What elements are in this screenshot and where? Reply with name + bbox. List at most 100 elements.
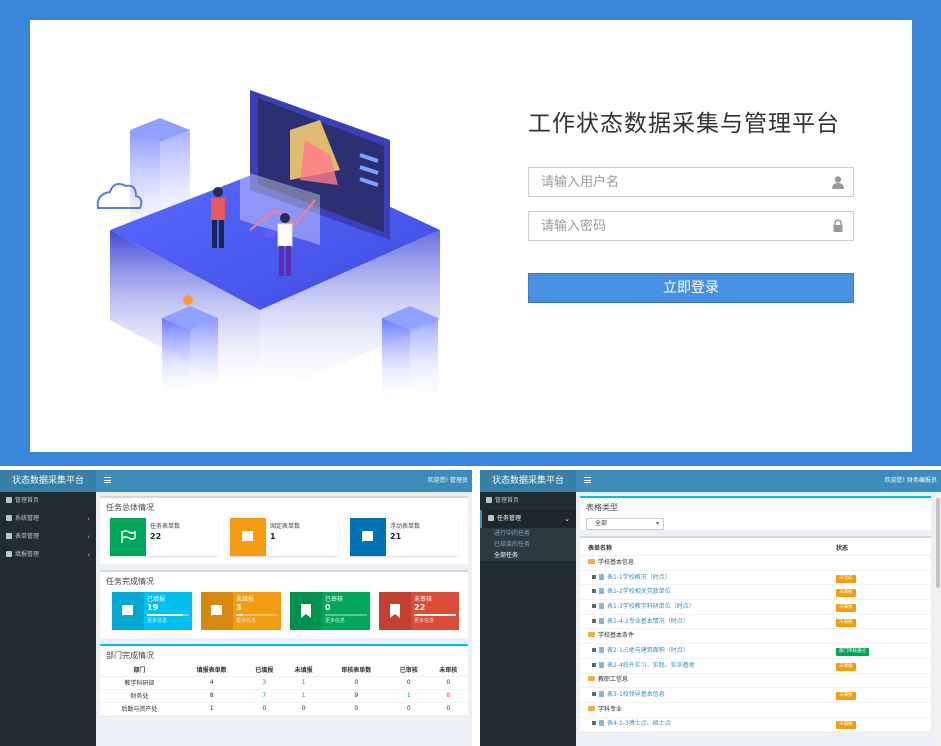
form-row[interactable]: 表4-1-3博士点、硕士点 未填报 bbox=[580, 718, 931, 733]
table-cell[interactable]: 1 bbox=[283, 689, 324, 703]
table-cell: 1 bbox=[178, 702, 245, 716]
form-link[interactable]: 表4-1-3博士点、硕士点 bbox=[607, 720, 671, 727]
category-row: 学科专业 bbox=[580, 703, 931, 718]
document-icon bbox=[599, 646, 604, 653]
book-icon bbox=[350, 518, 386, 556]
table-cell[interactable]: 8 bbox=[428, 689, 468, 703]
welcome-text[interactable]: 欢迎您! 财务编报员 bbox=[885, 470, 937, 492]
admin-dashboard-screenshot: 状态数据采集平台 欢迎您! 管理员 管理首页 系统管理 ‹ 表单管理 ‹ 填报管理 ‹… bbox=[0, 470, 472, 746]
dept-col-header: 未审核 bbox=[428, 664, 468, 677]
more-info-link[interactable]: 更多信息 bbox=[414, 617, 456, 624]
username-input[interactable] bbox=[529, 168, 819, 196]
sidebar-item-system[interactable]: 系统管理 ‹ bbox=[0, 510, 96, 528]
password-field[interactable] bbox=[528, 211, 854, 241]
welcome-text[interactable]: 欢迎您! 管理员 bbox=[428, 470, 468, 492]
table-cell[interactable]: 0 bbox=[244, 702, 284, 716]
table-cell[interactable]: 0 bbox=[389, 702, 429, 716]
table-cell[interactable]: 0 bbox=[428, 702, 468, 716]
menu-toggle-icon[interactable] bbox=[584, 477, 591, 483]
dept-col-header: 未填报 bbox=[283, 664, 324, 677]
form-row[interactable]: 表1-2学校相关党政单位 未填报 bbox=[580, 585, 931, 601]
table-row: 教学科研部 4 3 1 0 0 0 bbox=[100, 676, 468, 690]
form-row[interactable]: 表1-1学校概况（时点） 未完成 bbox=[580, 571, 931, 586]
form-row[interactable]: 表1-4-1专业基本情况（时点） 未填报 bbox=[580, 615, 931, 630]
stat-floating-forms[interactable]: 浮动表单数 21 bbox=[350, 518, 458, 556]
dept-col-header: 已审核 bbox=[389, 664, 429, 677]
form-table: 表单名称 状态 学校基本信息 表1-1学校概况（时点） 未完成 表1-2学校相关党政单… bbox=[580, 542, 931, 733]
chevron-left-icon: ‹ bbox=[87, 533, 90, 541]
menu-toggle-icon[interactable] bbox=[104, 477, 111, 483]
form-row[interactable]: 表3-1校领导基本信息 未填报 bbox=[580, 688, 931, 703]
sub-item-ended[interactable]: 已结束的任务 bbox=[480, 539, 576, 550]
sub-item-ongoing[interactable]: 进行中的任务 bbox=[480, 528, 576, 539]
login-button[interactable]: 立即登录 bbox=[528, 273, 854, 303]
scrollbar[interactable] bbox=[935, 492, 941, 746]
completion-title: 任务完成情况 bbox=[106, 577, 154, 586]
type-select[interactable]: 全部 bbox=[586, 518, 664, 530]
form-link[interactable]: 表2-1占地与建筑面积（时点） bbox=[607, 647, 689, 654]
type-box: 表格类型 全部 bbox=[580, 496, 931, 530]
more-info-link[interactable]: 更多信息 bbox=[236, 617, 278, 624]
brand-logo[interactable]: 状态数据采集平台 bbox=[0, 470, 96, 492]
document-icon bbox=[599, 617, 604, 624]
table-row: 财务处 8 7 1 9 1 8 bbox=[100, 689, 468, 703]
form-link[interactable]: 表3-1校领导基本信息 bbox=[607, 691, 665, 698]
table-cell[interactable]: 0 bbox=[389, 676, 429, 690]
login-card: 工作状态数据采集与管理平台 立即登录 bbox=[30, 20, 912, 452]
lock-icon bbox=[592, 662, 596, 667]
table-cell: 0 bbox=[323, 702, 390, 716]
table-cell[interactable]: 1 bbox=[283, 676, 324, 690]
username-field[interactable] bbox=[528, 167, 854, 197]
completion-card[interactable]: 未填报 3 更多信息 bbox=[201, 592, 281, 630]
sidebar-item-forms[interactable]: 表单管理 ‹ bbox=[0, 528, 96, 546]
more-info-link[interactable]: 更多信息 bbox=[325, 617, 367, 624]
status-badge: 未填报 bbox=[836, 692, 856, 701]
progress-fill bbox=[147, 614, 184, 616]
form-row[interactable]: 表1-3学校教学科研单位（时点） 未填报 bbox=[580, 600, 931, 615]
completion-label: 已审核 bbox=[325, 596, 344, 603]
sidebar-item-report[interactable]: 填报管理 ‹ bbox=[0, 546, 96, 564]
stat-task-forms[interactable]: 任务表单数 22 bbox=[110, 518, 218, 556]
table-cell[interactable]: 3 bbox=[244, 676, 284, 690]
progress-bar bbox=[325, 614, 367, 616]
top-navbar: 状态数据采集平台 欢迎您! 财务编报员 bbox=[480, 470, 941, 492]
table-cell[interactable]: 0 bbox=[428, 676, 468, 690]
form-row[interactable]: 表2-1占地与建筑面积（时点） 部门审核通过 bbox=[580, 644, 931, 659]
dept-col-header: 审核表单数 bbox=[323, 664, 390, 677]
document-icon bbox=[599, 691, 604, 698]
form-link[interactable]: 表1-1学校概况（时点） bbox=[607, 574, 671, 581]
form-link[interactable]: 表1-3学校教学科研单位（时点） bbox=[607, 603, 695, 610]
table-cell[interactable]: 0 bbox=[283, 702, 324, 716]
dept-col-header: 填报表单数 bbox=[178, 664, 245, 677]
document-icon bbox=[599, 720, 604, 727]
login-title: 工作状态数据采集与管理平台 bbox=[528, 111, 840, 137]
sidebar-item-home[interactable]: 管理首页 bbox=[0, 492, 96, 510]
table-cell[interactable]: 7 bbox=[244, 689, 284, 703]
gears-icon bbox=[6, 515, 12, 521]
more-info-link[interactable]: 更多信息 bbox=[147, 617, 189, 624]
sidebar-item-home[interactable]: 管理首页 bbox=[480, 492, 576, 510]
form-link[interactable]: 表1-2学校相关党政单位 bbox=[607, 588, 671, 595]
completion-label: 未审核 bbox=[414, 596, 433, 603]
sidebar-item-tasks[interactable]: 任务管理 ⌄ bbox=[480, 510, 576, 528]
completion-card[interactable]: 已填报 19 更多信息 bbox=[112, 592, 192, 630]
form-link[interactable]: 表2-4校外实习、实践、实训基地 bbox=[607, 662, 695, 669]
sub-item-all[interactable]: 全部任务 bbox=[480, 550, 576, 561]
table-cell: 8 bbox=[178, 689, 245, 703]
table-row: 后勤与资产处 1 0 0 0 0 0 bbox=[100, 702, 468, 716]
brand-logo[interactable]: 状态数据采集平台 bbox=[480, 470, 576, 492]
dept-title: 部门完成情况 bbox=[106, 651, 154, 660]
table-cell[interactable]: 1 bbox=[389, 689, 429, 703]
completion-card[interactable]: 已审核 0 更多信息 bbox=[290, 592, 370, 630]
form-row[interactable]: 表2-4校外实习、实践、实训基地 未填报 bbox=[580, 659, 931, 674]
category-row: 学校基本条件 bbox=[580, 629, 931, 645]
completion-card[interactable]: 未审核 22 更多信息 bbox=[379, 592, 459, 630]
status-badge: 未完成 bbox=[836, 574, 856, 583]
form-link[interactable]: 表1-4-1专业基本情况（时点） bbox=[607, 618, 689, 625]
lock-icon bbox=[592, 692, 596, 697]
stat-fixed-forms[interactable]: 固定表单数 1 bbox=[230, 518, 338, 556]
progress-bar bbox=[236, 614, 278, 616]
password-input[interactable] bbox=[529, 212, 819, 240]
top-navbar: 状态数据采集平台 欢迎您! 管理员 bbox=[0, 470, 472, 492]
folder-icon bbox=[588, 676, 595, 682]
